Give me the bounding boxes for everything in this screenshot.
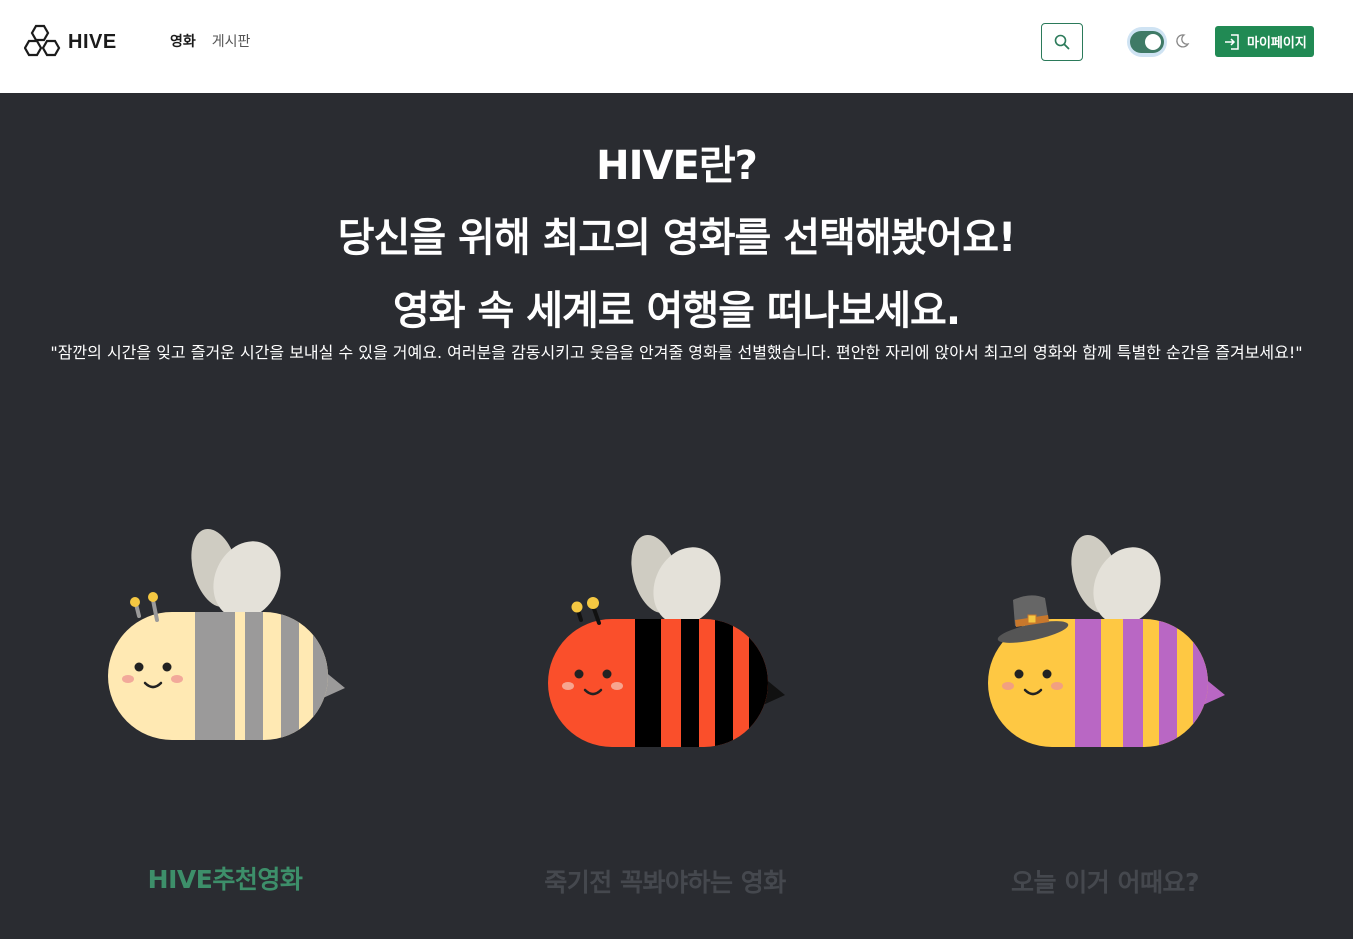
nav-link-movies[interactable]: 영화 bbox=[170, 31, 196, 51]
toggle-knob bbox=[1145, 34, 1161, 50]
moon-icon bbox=[1176, 34, 1190, 48]
card-label-today-pick: 오늘 이거 어때요? bbox=[1011, 868, 1199, 897]
toggle-track bbox=[1130, 31, 1164, 53]
search-button[interactable] bbox=[1041, 23, 1083, 61]
nav-link-board[interactable]: 게시판 bbox=[212, 31, 251, 51]
category-card-must-watch[interactable]: 죽기전 꼭봐야하는 영화 bbox=[535, 520, 795, 900]
card-label-hive-recommend: HIVE추천영화 bbox=[147, 865, 303, 894]
bee-purple-hat-icon bbox=[988, 534, 1225, 747]
brand-name: HIVE bbox=[68, 30, 117, 53]
mypage-button[interactable]: 마이페이지 bbox=[1215, 26, 1314, 57]
main-nav: 영화 게시판 bbox=[170, 31, 250, 51]
login-icon bbox=[1225, 33, 1239, 50]
navbar: HIVE 영화 게시판 마이페이지 bbox=[0, 0, 1353, 93]
brand-logo[interactable]: HIVE bbox=[24, 24, 117, 60]
hive-hexagon-icon bbox=[24, 24, 61, 57]
dark-mode-toggle[interactable] bbox=[1127, 27, 1167, 57]
hero-title: HIVE란? bbox=[596, 143, 758, 189]
search-icon bbox=[1054, 34, 1070, 50]
card-label-must-watch: 죽기전 꼭봐야하는 영화 bbox=[544, 868, 786, 897]
mypage-label: 마이페이지 bbox=[1247, 36, 1307, 51]
category-card-today-pick[interactable]: 오늘 이거 어때요? bbox=[975, 520, 1235, 900]
hero-subtitle-1: 당신을 위해 최고의 영화를 선택해봤어요! bbox=[337, 215, 1017, 261]
bee-gray-icon bbox=[108, 528, 345, 740]
category-card-hive-recommend[interactable]: HIVE추천영화 bbox=[95, 520, 355, 900]
hero-subtitle-2: 영화 속 세계로 여행을 떠나보세요. bbox=[392, 288, 961, 334]
bee-red-icon bbox=[548, 534, 785, 747]
hero-description: "잠깐의 시간을 잊고 즐거운 시간을 보내실 수 있을 거예요. 여러분을 감… bbox=[50, 343, 1303, 362]
